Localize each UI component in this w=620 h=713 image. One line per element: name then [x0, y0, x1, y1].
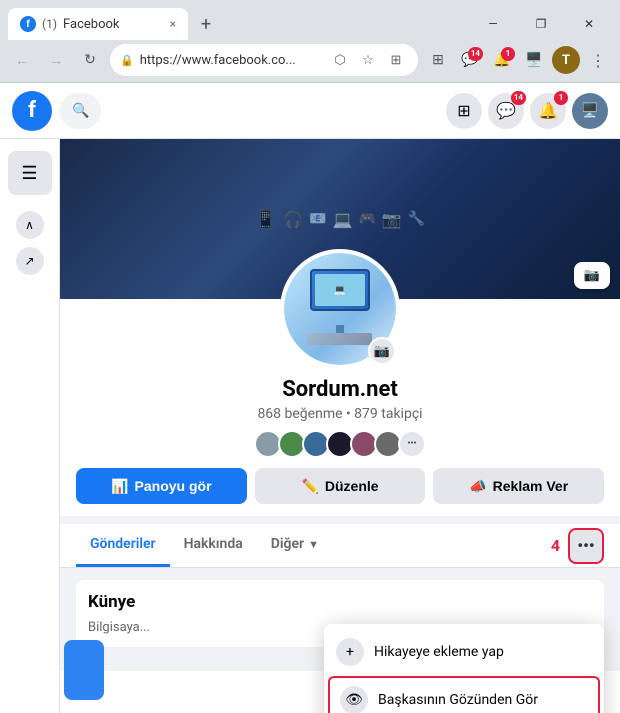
tab-bar: f (1) Facebook × + — ❐ ✕: [0, 0, 620, 40]
facebook-logo[interactable]: f: [12, 91, 52, 131]
tab-posts-label: Gönderiler: [90, 536, 156, 552]
profile-image-illustration: 💻: [295, 269, 385, 349]
browser-action-buttons: ⊞ 💬 14 🔔 1 🖥️ T ⋮: [424, 46, 612, 74]
left-sidebar: ☰ ∧ ↗: [0, 139, 60, 713]
share-icon[interactable]: ⬡: [328, 48, 352, 72]
bell-nav-button[interactable]: 🔔 1: [530, 93, 566, 129]
dropdown-menu: + Hikayeye ekleme yap 👁 Başkasının Gözün…: [324, 624, 604, 713]
ad-button[interactable]: 📣 Reklam Ver: [433, 468, 604, 504]
browser-chrome: f (1) Facebook × + — ❐ ✕ ← → ↻ 🔒 https:/…: [0, 0, 620, 83]
monitor-screen: 💻: [315, 274, 365, 306]
view-as-icon: 👁: [340, 686, 368, 713]
panel-icon: 📊: [111, 478, 128, 495]
follower-more: •••: [398, 430, 426, 458]
left-sidebar-menu-button[interactable]: ☰: [8, 151, 52, 195]
camera-icon: 📷: [584, 268, 600, 283]
messenger-button[interactable]: 💬 14: [456, 46, 484, 74]
tab-about[interactable]: Hakkında: [170, 524, 257, 567]
bookmark-star-icon[interactable]: ☆: [356, 48, 380, 72]
panel-view-button[interactable]: 📊 Panoyu gör: [76, 468, 247, 504]
active-tab[interactable]: f (1) Facebook ×: [8, 8, 188, 40]
tab-close-button[interactable]: ×: [170, 17, 176, 31]
window-controls: — ❐ ✕: [470, 8, 612, 40]
monitor-illustration: 💻: [310, 269, 370, 311]
profile-tabs: Gönderiler Hakkında Diğer ▼ 4 •••: [60, 524, 620, 568]
lock-icon: 🔒: [120, 54, 134, 67]
profile-name: Sordum.net: [76, 377, 604, 402]
story-icon: +: [336, 638, 364, 666]
camera-small-icon: 📷: [374, 344, 390, 359]
follower-avatars: •••: [76, 430, 604, 458]
tab-more-label: Diğer: [271, 536, 304, 552]
tab-posts[interactable]: Gönderiler: [76, 524, 170, 567]
apps-grid-button[interactable]: ⊞: [446, 93, 482, 129]
extension-icon[interactable]: 🖥️: [520, 46, 548, 74]
browser-profile-avatar[interactable]: T: [552, 46, 580, 74]
bell-count-badge: 1: [554, 91, 568, 105]
close-button[interactable]: ✕: [566, 8, 612, 40]
facebook-page-content: f 🔍 ⊞ 💬 14 🔔 1 🖥️ ☰ ∧ ↗: [0, 83, 620, 713]
tab-more-arrow: ▼: [308, 538, 319, 551]
url-text: https://www.facebook.co...: [140, 53, 322, 68]
edit-icon: ✏️: [301, 478, 318, 495]
tabs-count: 4: [551, 536, 560, 555]
left-sidebar-expand-button[interactable]: ↗: [16, 247, 44, 275]
browser-menu-button[interactable]: ⋮: [584, 46, 612, 74]
back-button[interactable]: ←: [8, 46, 36, 74]
dropdown-item-story[interactable]: + Hikayeye ekleme yap: [324, 630, 604, 674]
profile-avatar-wrapper: 💻 📷: [280, 249, 400, 369]
floating-blue-button[interactable]: [64, 640, 104, 700]
address-bar-row: ← → ↻ 🔒 https://www.facebook.co... ⬡ ☆ ⊞…: [0, 40, 620, 82]
address-icons: ⬡ ☆ ⊞: [328, 48, 408, 72]
cover-photo-camera-button[interactable]: 📷: [574, 262, 610, 289]
layers-icon[interactable]: ⊞: [384, 48, 408, 72]
tab-title: Facebook: [63, 17, 119, 32]
profile-action-buttons: 📊 Panoyu gör ✏️ Düzenle 📣 Reklam Ver: [76, 468, 604, 504]
messenger-count-badge: 14: [511, 91, 526, 105]
refresh-button[interactable]: ↻: [76, 46, 104, 74]
facebook-topnav: f 🔍 ⊞ 💬 14 🔔 1 🖥️: [0, 83, 620, 139]
user-avatar[interactable]: 🖥️: [572, 93, 608, 129]
left-sidebar-collapse-button[interactable]: ∧: [16, 211, 44, 239]
ad-icon: 📣: [469, 478, 486, 495]
edit-button[interactable]: ✏️ Düzenle: [255, 468, 426, 504]
keyboard-illustration: [307, 333, 372, 345]
search-bar[interactable]: 🔍: [60, 93, 101, 129]
new-tab-button[interactable]: +: [192, 10, 220, 38]
avatar-camera-button[interactable]: 📷: [368, 337, 396, 365]
main-content-area: 📱 🎧 📧 💻 🎮 📷 🔧 📷: [60, 139, 620, 713]
bell-badge: 1: [501, 47, 515, 61]
dropdown-item-view-as[interactable]: 👁 Başkasının Gözünden Gör: [328, 676, 600, 713]
forward-button[interactable]: →: [42, 46, 70, 74]
topnav-right: ⊞ 💬 14 🔔 1 🖥️: [446, 93, 608, 129]
ad-label: Reklam Ver: [493, 478, 569, 494]
search-icon: 🔍: [72, 103, 89, 119]
bio-title: Künye: [88, 592, 592, 612]
tabs-more-button[interactable]: •••: [568, 528, 604, 564]
tabs-right-section: 4 •••: [551, 528, 604, 564]
tab-more[interactable]: Diğer ▼: [257, 524, 333, 567]
minimize-button[interactable]: —: [470, 8, 516, 40]
address-bar[interactable]: 🔒 https://www.facebook.co... ⬡ ☆ ⊞: [110, 44, 418, 76]
panel-label: Panoyu gör: [135, 478, 212, 494]
messenger-nav-button[interactable]: 💬 14: [488, 93, 524, 129]
view-as-label: Başkasının Gözünden Gör: [378, 692, 538, 708]
edit-label: Düzenle: [325, 478, 379, 494]
messenger-badge: 14: [468, 47, 483, 61]
apps-button[interactable]: ⊞: [424, 46, 452, 74]
profile-stats: 868 beğenme • 879 takipçi: [76, 406, 604, 422]
tab-notification: (1): [42, 17, 57, 31]
notifications-bell-button[interactable]: 🔔 1: [488, 46, 516, 74]
facebook-favicon: f: [20, 16, 36, 32]
maximize-button[interactable]: ❐: [518, 8, 564, 40]
tab-about-label: Hakkında: [184, 536, 243, 552]
story-label: Hikayeye ekleme yap: [374, 644, 504, 660]
avatar-letter: 🖥️: [581, 103, 598, 119]
